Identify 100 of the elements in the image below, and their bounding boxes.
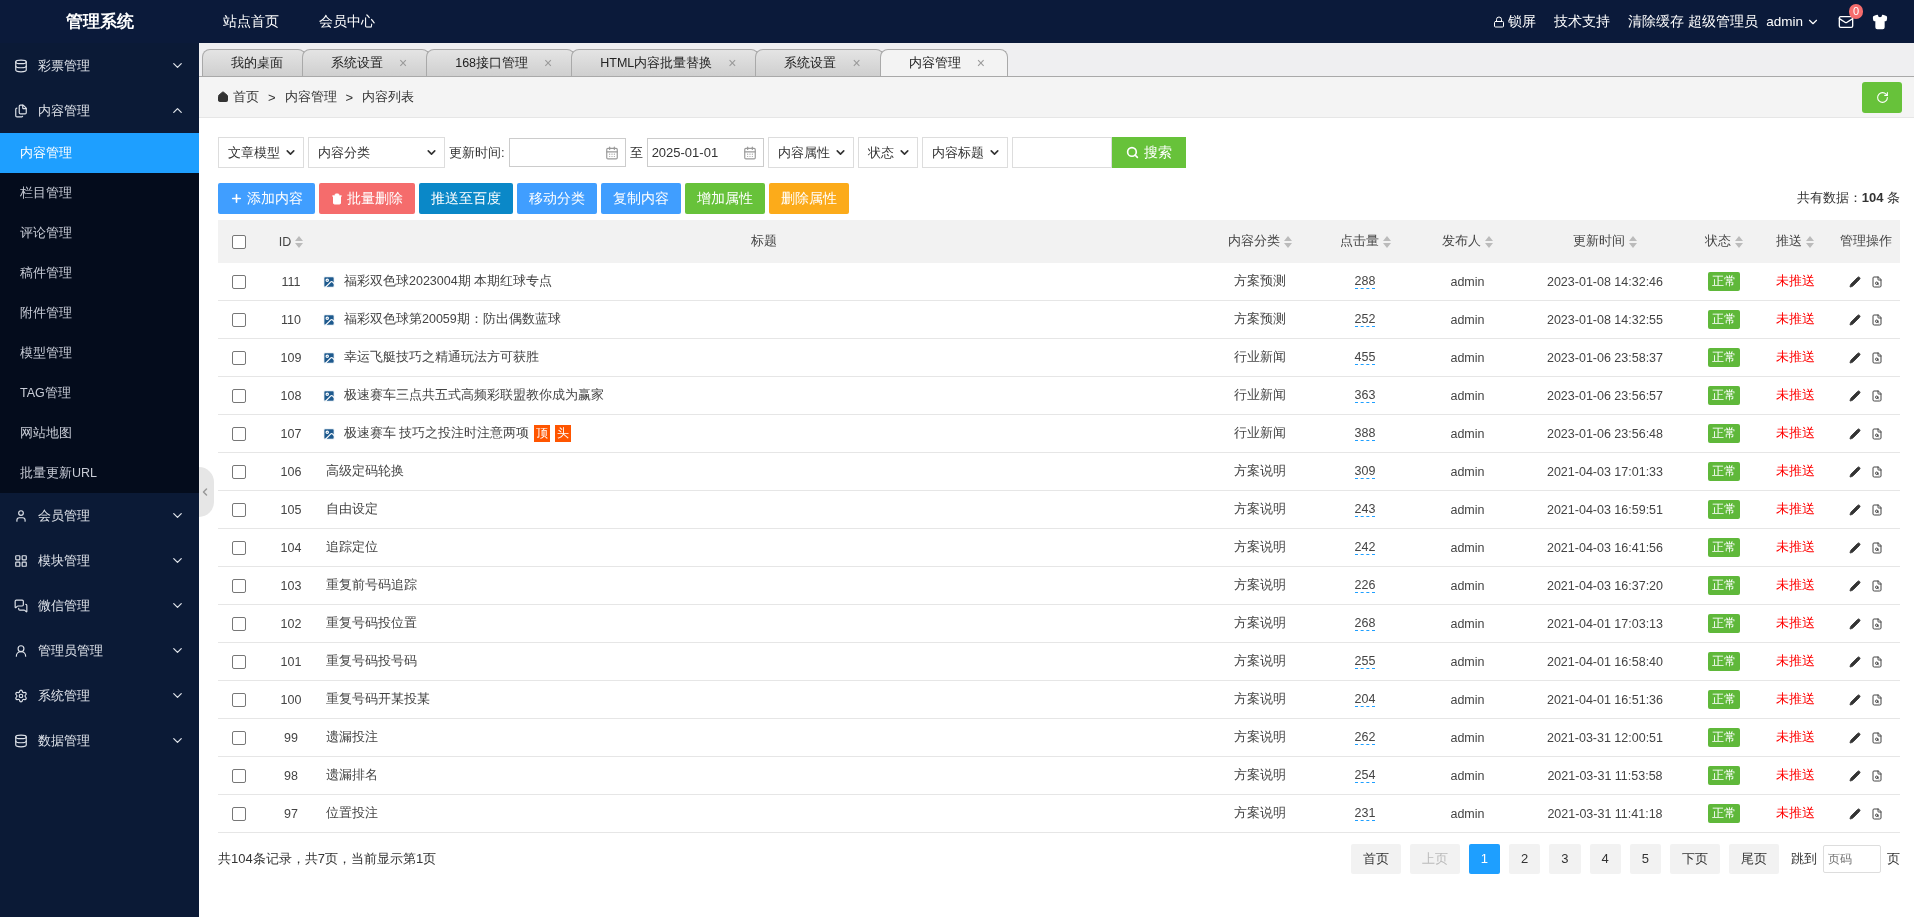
pencil-icon[interactable] bbox=[1849, 427, 1861, 440]
row-checkbox[interactable] bbox=[232, 274, 246, 289]
page-tab[interactable]: 内容管理 × bbox=[879, 49, 1008, 76]
pencil-icon[interactable] bbox=[1849, 731, 1861, 744]
pencil-icon[interactable] bbox=[1849, 693, 1861, 706]
column-header[interactable]: 内容分类 bbox=[1228, 233, 1292, 250]
pencil-icon[interactable] bbox=[1849, 655, 1861, 668]
page-button[interactable]: 首页 bbox=[1350, 843, 1401, 874]
shirt-icon[interactable] bbox=[1872, 13, 1888, 30]
clicks-link[interactable]: 243 bbox=[1354, 502, 1376, 517]
clicks-link[interactable]: 252 bbox=[1354, 312, 1376, 327]
row-checkbox[interactable] bbox=[232, 388, 246, 403]
header-link[interactable]: 技术支持 bbox=[1554, 12, 1611, 31]
clicks-link[interactable]: 231 bbox=[1354, 806, 1376, 821]
column-header[interactable]: 发布人 bbox=[1442, 233, 1493, 250]
clicks-link[interactable]: 455 bbox=[1354, 350, 1376, 365]
nav-link[interactable]: 会员中心 bbox=[319, 12, 375, 31]
file-search-icon[interactable] bbox=[1871, 541, 1883, 554]
page-input[interactable]: 页码 bbox=[1823, 844, 1881, 873]
file-search-icon[interactable] bbox=[1871, 389, 1883, 402]
pencil-icon[interactable] bbox=[1849, 465, 1861, 478]
lock-link[interactable]: 锁屏 bbox=[1493, 12, 1537, 31]
breadcrumb-link[interactable]: 内容管理 bbox=[284, 88, 337, 106]
filter-select[interactable]: 内容标题 bbox=[921, 137, 1008, 168]
page-button[interactable]: 尾页 bbox=[1729, 843, 1779, 874]
file-search-icon[interactable] bbox=[1871, 769, 1883, 782]
sidebar-subitem[interactable]: 附件管理 bbox=[0, 293, 199, 333]
row-checkbox[interactable] bbox=[232, 350, 246, 365]
file-search-icon[interactable] bbox=[1871, 807, 1883, 820]
clicks-link[interactable]: 262 bbox=[1354, 730, 1376, 745]
column-header[interactable]: ID bbox=[278, 234, 304, 249]
row-checkbox[interactable] bbox=[232, 806, 246, 821]
clicks-link[interactable]: 242 bbox=[1354, 540, 1376, 555]
nav-link[interactable]: 站点首页 bbox=[223, 12, 279, 31]
file-search-icon[interactable] bbox=[1871, 579, 1883, 592]
row-checkbox[interactable] bbox=[232, 654, 246, 669]
filter-select[interactable]: 文章模型 bbox=[218, 137, 304, 168]
file-search-icon[interactable] bbox=[1871, 503, 1883, 516]
calendar-icon[interactable] bbox=[604, 145, 619, 160]
clicks-link[interactable]: 363 bbox=[1354, 388, 1376, 403]
filter-select[interactable]: 内容分类 bbox=[308, 137, 445, 168]
sidebar-subitem[interactable]: 模型管理 bbox=[0, 333, 199, 373]
row-checkbox[interactable] bbox=[232, 464, 246, 479]
sidebar-subitem[interactable]: 稿件管理 bbox=[0, 253, 199, 293]
page-button[interactable]: 2 bbox=[1509, 843, 1541, 874]
pencil-icon[interactable] bbox=[1849, 389, 1861, 402]
pencil-icon[interactable] bbox=[1849, 351, 1861, 364]
row-checkbox[interactable] bbox=[232, 540, 246, 555]
file-search-icon[interactable] bbox=[1871, 313, 1883, 326]
clicks-link[interactable]: 254 bbox=[1354, 768, 1376, 783]
sidebar-subitem[interactable]: 栏目管理 bbox=[0, 173, 199, 213]
pencil-icon[interactable] bbox=[1849, 769, 1861, 782]
clicks-link[interactable]: 204 bbox=[1354, 692, 1376, 707]
row-checkbox[interactable] bbox=[232, 730, 246, 745]
row-checkbox[interactable] bbox=[232, 312, 246, 327]
file-search-icon[interactable] bbox=[1871, 465, 1883, 478]
pencil-icon[interactable] bbox=[1849, 275, 1861, 288]
sidebar-subitem[interactable]: 评论管理 bbox=[0, 213, 199, 253]
sidebar-subitem[interactable]: TAG管理 bbox=[0, 373, 199, 413]
collapse-handle[interactable] bbox=[199, 467, 214, 517]
clicks-link[interactable]: 388 bbox=[1354, 426, 1376, 441]
action-button[interactable]: 推送至百度 bbox=[419, 183, 513, 214]
filter-select[interactable]: 内容属性 bbox=[767, 137, 854, 168]
clicks-link[interactable]: 288 bbox=[1354, 274, 1376, 289]
page-button[interactable]: 下页 bbox=[1670, 843, 1720, 874]
page-button[interactable]: 5 bbox=[1629, 843, 1661, 874]
breadcrumb-link[interactable]: 首页 bbox=[217, 88, 259, 106]
clicks-link[interactable]: 226 bbox=[1354, 578, 1376, 593]
mail-icon[interactable] bbox=[1838, 13, 1854, 30]
user-menu[interactable]: admin bbox=[1766, 14, 1820, 29]
header-link[interactable]: 清除缓存 bbox=[1628, 12, 1685, 31]
clicks-link[interactable]: 255 bbox=[1354, 654, 1376, 669]
pencil-icon[interactable] bbox=[1849, 617, 1861, 630]
pencil-icon[interactable] bbox=[1849, 313, 1861, 326]
file-search-icon[interactable] bbox=[1871, 617, 1883, 630]
file-search-icon[interactable] bbox=[1871, 655, 1883, 668]
sidebar-subitem[interactable]: 网站地图 bbox=[0, 413, 199, 453]
page-tab[interactable]: 系统设置 × bbox=[755, 49, 884, 76]
row-checkbox[interactable] bbox=[232, 768, 246, 783]
row-checkbox[interactable] bbox=[232, 578, 246, 593]
file-search-icon[interactable] bbox=[1871, 693, 1883, 706]
file-search-icon[interactable] bbox=[1871, 351, 1883, 364]
sidebar-subitem[interactable]: 批量更新URL bbox=[0, 453, 199, 493]
pencil-icon[interactable] bbox=[1849, 807, 1861, 820]
file-search-icon[interactable] bbox=[1871, 427, 1883, 440]
row-checkbox[interactable] bbox=[232, 616, 246, 631]
column-header[interactable]: 点击量 bbox=[1339, 233, 1391, 250]
row-checkbox[interactable] bbox=[232, 502, 246, 517]
file-search-icon[interactable] bbox=[1871, 275, 1883, 288]
column-header[interactable]: 推送 bbox=[1776, 233, 1814, 250]
select-all-checkbox[interactable] bbox=[232, 234, 246, 249]
page-button[interactable]: 3 bbox=[1549, 843, 1581, 874]
breadcrumb-link[interactable]: 内容列表 bbox=[362, 88, 415, 106]
page-button[interactable]: 4 bbox=[1589, 843, 1621, 874]
page-tab[interactable]: 我的桌面 bbox=[202, 49, 306, 76]
row-checkbox[interactable] bbox=[232, 426, 246, 441]
file-search-icon[interactable] bbox=[1871, 731, 1883, 744]
clicks-link[interactable]: 309 bbox=[1354, 464, 1376, 479]
row-checkbox[interactable] bbox=[232, 692, 246, 707]
column-header[interactable]: 更新时间 bbox=[1573, 233, 1637, 250]
